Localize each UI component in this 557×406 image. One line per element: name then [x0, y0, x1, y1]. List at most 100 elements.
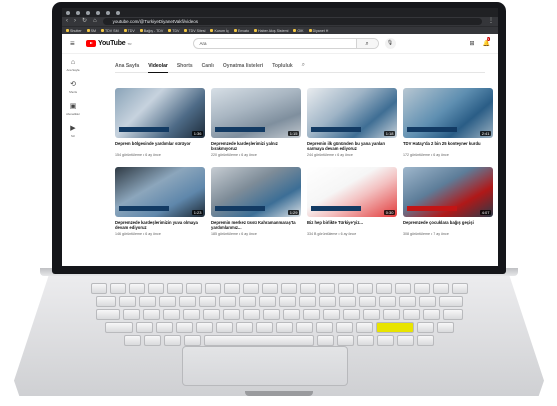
video-card[interactable]: 2:41 TDV Hatay'da 2 bin 25 konteyner kurd… — [403, 88, 493, 157]
sidebar-item-label: Siz — [71, 133, 75, 138]
video-meta: 220 görüntüleme • 6 ay önce — [211, 153, 257, 157]
video-thumbnail[interactable]: 1:36 — [115, 88, 205, 138]
channel-tab[interactable]: Videolar — [148, 59, 168, 73]
bookmark-item[interactable]: TDV — [168, 29, 179, 33]
channel-tabs: Ana Sayfa Videolar Shorts Canlı Oynatma list… — [115, 59, 485, 73]
thumbnail-caption-strip — [215, 127, 265, 132]
sidebar-item-label: Abonelikler — [66, 111, 80, 116]
reload-icon[interactable]: ↻ — [82, 17, 87, 26]
bookmark-item[interactable]: Kurum İç — [210, 29, 229, 33]
video-duration: 1:18 — [384, 131, 395, 136]
video-title[interactable]: Deprem bölgesinde yardımlar sürüyor — [115, 141, 205, 152]
video-duration: 1:15 — [288, 131, 299, 136]
video-thumbnail[interactable]: 4:07 — [403, 167, 493, 217]
create-video-icon[interactable]: ⊞ — [469, 40, 474, 47]
thumbnail-caption-strip — [407, 127, 457, 132]
video-card[interactable]: 1:15 Depremzede kardeşlerimizi yalnız bır… — [211, 88, 301, 157]
video-thumbnail[interactable]: 1:18 — [307, 88, 397, 138]
bookmark-item[interactable]: Diyanet H — [308, 29, 328, 33]
video-duration: 4:07 — [480, 210, 491, 215]
video-meta: 334 B görüntüleme • 6 ay önce — [307, 232, 357, 236]
channel-tab[interactable]: Oynatma listeleri — [223, 59, 263, 73]
bookmark-item[interactable]: Envato — [233, 29, 249, 33]
channel-search-icon[interactable]: ⌕ — [302, 62, 305, 69]
video-title[interactable]: Biz hep birlikte Türkiye'yiz... — [307, 220, 397, 231]
video-title[interactable]: Depremzede kardeşlerimizi yalnız bırakmı… — [211, 141, 301, 152]
search-box[interactable]: Ara ⌕ — [192, 38, 379, 49]
video-meta: 185 görüntüleme • 6 ay önce — [211, 232, 257, 236]
video-thumbnail[interactable]: 1:23 — [115, 167, 205, 217]
bookmark-item[interactable]: TDV Sitesi — [184, 29, 205, 33]
browser-address-row: ‹ › ↻ ⌂ youtube.com/@TurkiyeDiyanetVakfi… — [62, 17, 498, 26]
microphone-icon[interactable]: 🎙 — [384, 38, 396, 49]
thumbnail-caption-strip — [311, 206, 361, 211]
search-icon[interactable]: ⌕ — [355, 39, 378, 48]
home-icon: ⌂ — [70, 58, 76, 66]
thumbnail-caption-strip — [119, 206, 169, 211]
video-thumbnail[interactable]: 0:30 — [307, 167, 397, 217]
video-meta: 146 görüntüleme • 6 ay önce — [115, 232, 161, 236]
video-title[interactable]: Depremzede çocuklara bağış geçişi — [403, 220, 493, 231]
video-title[interactable]: Depremin ilk gününden bu yana yanları sa… — [307, 141, 397, 152]
bookmark-item[interactable]: Bağış - TDV — [139, 29, 163, 33]
video-duration: 1:23 — [192, 210, 203, 215]
library-icon: ▶ — [70, 124, 76, 132]
thumbnail-caption-strip — [215, 206, 265, 211]
video-title[interactable]: TDV Hatay'da 2 bin 25 konteyner kurdu — [403, 141, 493, 152]
bookmark-item[interactable]: Shutter — [66, 29, 82, 33]
extensions-icon[interactable]: ⋮ — [488, 17, 494, 26]
shorts-icon: ⟲ — [70, 80, 76, 88]
channel-tab[interactable]: Ana Sayfa — [115, 59, 139, 73]
bookmark-item[interactable]: GIK — [293, 29, 304, 33]
video-thumbnail[interactable]: 1:29 — [211, 167, 301, 217]
video-thumbnail[interactable]: 2:41 — [403, 88, 493, 138]
video-card[interactable]: 4:07 Depremzede çocuklara bağış geçişi 308… — [403, 167, 493, 236]
sidebar: ⌂ Ana Sayfa ⟲ Shorts ▣ Abonelikler ▶ Siz — [62, 54, 84, 142]
bookmark-item[interactable]: TDV — [123, 29, 135, 33]
bookmark-item[interactable]: SM — [86, 29, 96, 33]
home-browser-icon[interactable]: ⌂ — [93, 17, 97, 26]
video-title[interactable]: Depremzede kardeşlerimizin yuva olmaya d… — [115, 220, 205, 231]
video-card[interactable]: 0:30 Biz hep birlikte Türkiye'yiz... 334 B… — [307, 167, 397, 236]
bookmark-item[interactable]: TDV SM — [100, 29, 119, 33]
video-thumbnail[interactable]: 1:15 — [211, 88, 301, 138]
sidebar-item[interactable]: ⌂ Ana Sayfa — [62, 54, 84, 76]
video-meta: 244 görüntüleme • 6 ay önce — [307, 153, 353, 157]
video-duration: 1:36 — [192, 131, 203, 136]
url-bar[interactable]: youtube.com/@TurkiyeDiyanetVakfi/videos — [102, 18, 482, 25]
video-meta: 154 görüntüleme • 6 ay önce — [115, 153, 161, 157]
video-card[interactable]: 1:36 Deprem bölgesinde yardımlar sürüyor 1… — [115, 88, 205, 157]
video-meta: 172 görüntüleme • 6 ay önce — [403, 153, 449, 157]
bookmark-item[interactable]: Haber Akış Sistemi — [254, 29, 288, 33]
menu-icon[interactable]: ≡ — [70, 39, 80, 48]
thumbnail-caption-strip — [311, 127, 361, 132]
sidebar-item-label: Shorts — [68, 89, 78, 94]
sidebar-item[interactable]: ▶ Siz — [62, 120, 84, 142]
thumbnail-caption-strip — [407, 206, 457, 211]
notifications-icon[interactable]: 🔔 9 — [483, 37, 491, 47]
sidebar-item[interactable]: ▣ Abonelikler — [62, 98, 84, 120]
channel-tab[interactable]: Shorts — [177, 59, 193, 73]
video-card[interactable]: 1:23 Depremzede kardeşlerimizin yuva olma… — [115, 167, 205, 236]
channel-tab[interactable]: Topluluk — [272, 59, 292, 73]
search-input[interactable]: Ara — [194, 41, 356, 46]
laptop-screen: ‹ › ↻ ⌂ youtube.com/@TurkiyeDiyanetVakfi… — [62, 8, 498, 266]
browser-tab-strip — [62, 8, 498, 17]
video-card[interactable]: 1:29 Depremin merkez üssü Kahramanmaraş't… — [211, 167, 301, 236]
keyboard — [68, 283, 490, 346]
video-title[interactable]: Depremin merkez üssü Kahramanmaraş'ta ya… — [211, 220, 301, 231]
trackpad — [182, 346, 348, 386]
youtube-logo[interactable]: YouTube TR — [86, 40, 132, 47]
back-icon[interactable]: ‹ — [66, 17, 68, 26]
laptop-photo: ‹ › ↻ ⌂ youtube.com/@TurkiyeDiyanetVakfi… — [0, 0, 557, 406]
sidebar-item[interactable]: ⟲ Shorts — [62, 76, 84, 98]
channel-tab[interactable]: Canlı — [202, 59, 214, 73]
youtube-header: ≡ YouTube TR Ara ⌕ 🎙 ⊞ 🔔 9 — [62, 34, 498, 54]
video-duration: 1:29 — [288, 210, 299, 215]
thumbnail-caption-strip — [119, 127, 169, 132]
video-duration: 0:30 — [384, 210, 395, 215]
video-card[interactable]: 1:18 Depremin ilk gününden bu yana yanlar… — [307, 88, 397, 157]
forward-icon[interactable]: › — [74, 17, 76, 26]
video-grid: 1:36 Deprem bölgesinde yardımlar sürüyor 1… — [115, 88, 495, 236]
video-meta: 308 görüntüleme • 7 ay önce — [403, 232, 449, 236]
